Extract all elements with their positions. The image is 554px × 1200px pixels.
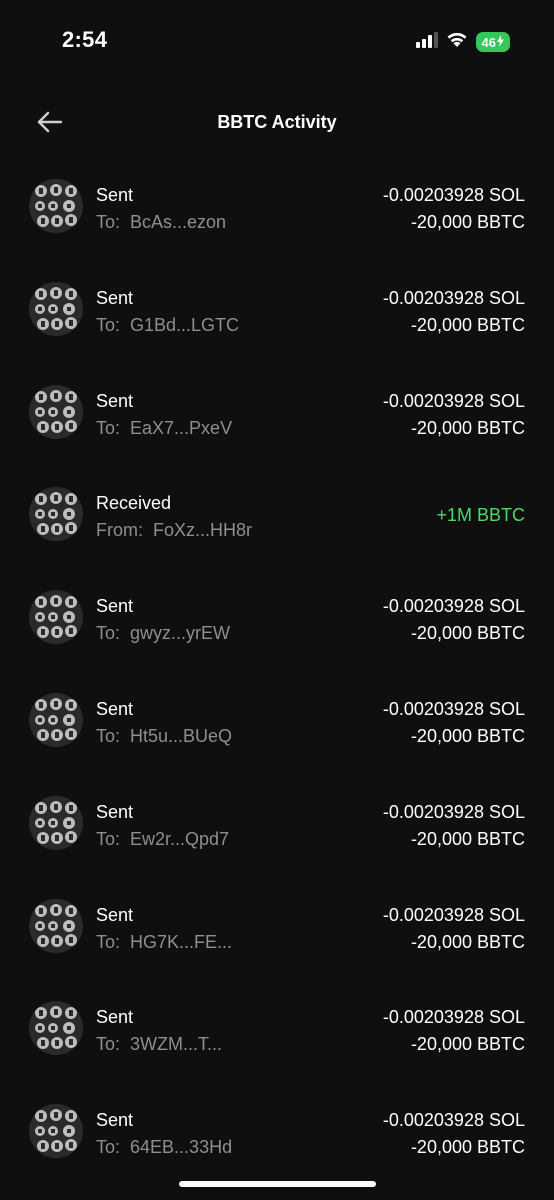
wifi-icon — [446, 31, 468, 53]
home-indicator[interactable] — [179, 1181, 376, 1187]
transaction-type: Sent — [96, 801, 134, 822]
transaction-type: Sent — [96, 596, 134, 617]
counterparty-label: To: — [96, 1034, 121, 1055]
counterparty-address: EaX7...PxeV — [130, 417, 233, 438]
fee-amount: -0.00203928 SOL — [382, 185, 525, 205]
token-amount: -20,000 BBTC — [410, 1034, 525, 1055]
transaction-type: Sent — [96, 1007, 134, 1028]
transaction-type: Sent — [96, 390, 134, 411]
token-amount: -20,000 BBTC — [410, 1137, 525, 1158]
bbtc-token-icon — [29, 692, 83, 747]
counterparty-label: To: — [96, 1137, 121, 1158]
counterparty-address: 3WZM...T... — [130, 1034, 223, 1055]
counterparty-address: 64EB...33Hd — [130, 1137, 233, 1158]
counterparty-address: BcAs...ezon — [130, 212, 227, 232]
token-amount: -20,000 BBTC — [410, 725, 525, 746]
bbtc-token-icon — [29, 898, 83, 953]
transaction-row[interactable]: Sent To: Ew2r...Qpd7 -0.00203928 SOL -20,000… — [0, 772, 554, 875]
signal-icon — [415, 31, 438, 53]
token-amount: -20,000 BBTC — [410, 623, 525, 644]
fee-amount: -0.00203928 SOL — [382, 596, 525, 617]
page-title: BBTC Activity — [217, 112, 337, 132]
bbtc-token-icon — [29, 384, 83, 439]
transaction-row[interactable]: Sent To: HG7K...FE... -0.00203928 SOL -20,00… — [0, 875, 554, 978]
activity-list: Sent To: BcAs...ezon -0.00203928 SOL -20,000… — [0, 155, 554, 1183]
bbtc-token-icon — [29, 795, 83, 850]
bbtc-token-icon — [29, 281, 83, 336]
transaction-type: Sent — [96, 698, 134, 719]
transaction-counterparty: To: Ht5u...BUeQ — [96, 726, 232, 747]
token-amount: -20,000 BBTC — [410, 212, 525, 232]
counterparty-label: To: — [96, 417, 121, 438]
transaction-counterparty: To: EaX7...PxeV — [96, 418, 232, 439]
transaction-counterparty: To: gwyz...yrEW — [96, 623, 230, 644]
fee-amount: -0.00203928 SOL — [382, 1110, 525, 1131]
transaction-row[interactable]: Sent To: EaX7...PxeV -0.00203928 SOL -20,000… — [0, 361, 554, 464]
transaction-row[interactable]: Sent To: gwyz...yrEW -0.00203928 SOL -20,000… — [0, 566, 554, 669]
transaction-row[interactable]: Sent To: 64EB...33Hd -0.00203928 SOL -20,000… — [0, 1080, 554, 1183]
token-amount: -20,000 BBTC — [410, 417, 525, 438]
counterparty-address: Ht5u...BUeQ — [130, 725, 233, 746]
counterparty-address: FoXz...HH8r — [153, 520, 253, 541]
battery-level: 46 — [481, 34, 496, 50]
counterparty-address: gwyz...yrEW — [130, 623, 231, 644]
counterparty-label: To: — [96, 212, 121, 232]
bbtc-token-icon — [29, 590, 83, 645]
transaction-row[interactable]: Sent To: G1Bd...LGTC -0.00203928 SOL -20,000… — [0, 258, 554, 361]
transaction-counterparty: From: FoXz...HH8r — [96, 520, 252, 541]
fee-amount: -0.00203928 SOL — [382, 698, 525, 719]
fee-amount: -0.00203928 SOL — [382, 904, 525, 925]
transaction-type: Sent — [96, 185, 134, 205]
transaction-counterparty: To: 64EB...33Hd — [96, 1137, 232, 1158]
counterparty-label: To: — [96, 314, 121, 335]
fee-amount: -0.00203928 SOL — [382, 390, 525, 411]
fee-amount: -0.00203928 SOL — [382, 287, 525, 308]
counterparty-label: To: — [96, 725, 121, 746]
header: BBTC Activity — [0, 100, 554, 146]
transaction-type: Sent — [96, 1110, 134, 1131]
counterparty-address: HG7K...FE... — [130, 931, 233, 952]
transaction-type: Sent — [96, 287, 134, 308]
bbtc-token-icon — [29, 487, 83, 542]
fee-amount: -0.00203928 SOL — [382, 1007, 525, 1028]
counterparty-label: From: — [96, 520, 143, 541]
charging-icon — [497, 34, 504, 50]
transaction-counterparty: To: 3WZM...T... — [96, 1034, 222, 1055]
counterparty-label: To: — [96, 828, 121, 849]
transaction-row[interactable]: Sent To: Ht5u...BUeQ -0.00203928 SOL -20,000… — [0, 669, 554, 772]
counterparty-address: G1Bd...LGTC — [130, 314, 240, 335]
status-bar: 2:54 46 — [0, 0, 554, 84]
fee-amount: -0.00203928 SOL — [382, 801, 525, 822]
counterparty-label: To: — [96, 931, 121, 952]
transaction-row[interactable]: Sent To: 3WZM...T... -0.00203928 SOL -20,000… — [0, 977, 554, 1080]
status-icons: 46 — [415, 31, 510, 53]
bbtc-token-icon — [29, 1104, 83, 1159]
transaction-counterparty: To: HG7K...FE... — [96, 932, 232, 953]
transaction-counterparty: To: G1Bd...LGTC — [96, 315, 239, 336]
transaction-counterparty: To: Ew2r...Qpd7 — [96, 829, 229, 850]
transaction-type: Sent — [96, 904, 134, 925]
token-amount: -20,000 BBTC — [410, 314, 525, 335]
counterparty-address: Ew2r...Qpd7 — [130, 828, 230, 849]
battery-indicator: 46 — [475, 32, 510, 52]
counterparty-label: To: — [96, 623, 121, 644]
bbtc-token-icon — [29, 1001, 83, 1056]
bbtc-token-icon — [29, 179, 83, 233]
transaction-counterparty: To: BcAs...ezon — [96, 212, 226, 233]
transaction-type: Received — [96, 493, 172, 514]
status-time: 2:54 — [62, 27, 108, 52]
token-amount: -20,000 BBTC — [410, 931, 525, 952]
transaction-row[interactable]: Received From: FoXz...HH8r +1M BBTC — [0, 463, 554, 566]
received-amount: +1M BBTC — [436, 505, 525, 526]
token-amount: -20,000 BBTC — [410, 828, 525, 849]
transaction-row[interactable]: Sent To: BcAs...ezon -0.00203928 SOL -20,000… — [0, 155, 554, 258]
